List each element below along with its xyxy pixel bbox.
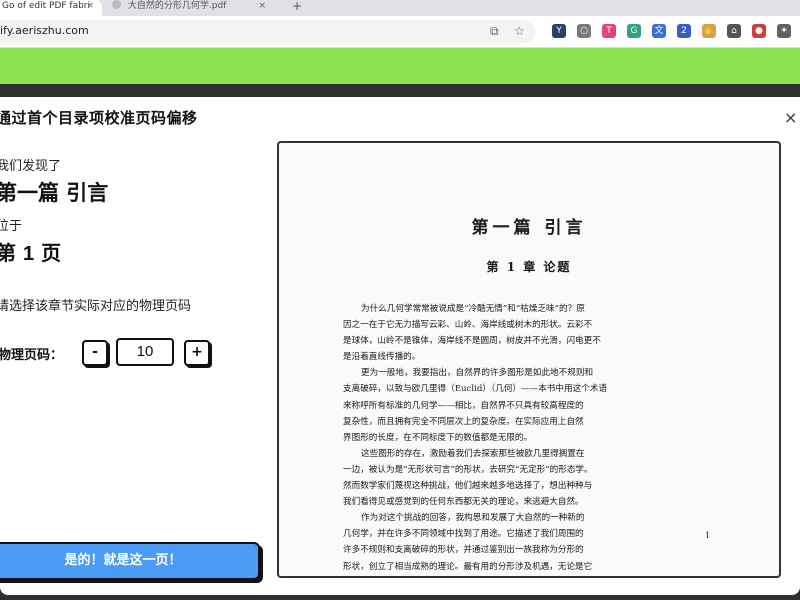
- doc-line: 界图形的长度，在不同标度下的数值都是无限的。: [343, 432, 533, 443]
- browser-toolbar: ify.aeriszhu.com ⧉ ☆ Y ○ T G 文 2 ✋ ⌂ ● ✦: [0, 16, 800, 48]
- record-ext-icon[interactable]: ●: [752, 24, 766, 38]
- modal-title: 通过首个目录项校准页码偏移: [0, 109, 198, 127]
- new-tab-button[interactable]: +: [292, 0, 302, 13]
- browser-tab-pdf[interactable]: 大自然的分形几何学.pdf ×: [106, 0, 274, 16]
- doc-body-text: 为什么几何学常常被说成是“冷酷无情”和“枯燥乏味”的？原因之一在于它无力描写云彩…: [343, 301, 727, 576]
- translate-icon[interactable]: ⧉: [490, 24, 499, 39]
- puzzle-ext-icon[interactable]: ✦: [777, 24, 791, 38]
- translate-ext-icon[interactable]: 文: [652, 24, 666, 38]
- doc-chapter-title: 第 1 章 论题: [486, 260, 572, 274]
- doc-line: 因之一在于它无力描写云彩、山岭、海岸线或树木的形状。云彩不: [343, 320, 593, 331]
- tab-close-icon[interactable]: ×: [86, 0, 94, 12]
- doc-line: 然而数学家们蔑视这种挑战，他们越来越多地选择了，想出种种与: [343, 481, 593, 492]
- doc-line: 作为对这个挑战的回答，我构思和发展了大自然的一种新的: [361, 513, 585, 524]
- doc-line: 复杂性，而且拥有完全不同层次上的复杂度。在实际应用上自然: [343, 416, 584, 427]
- doc-line: 是沿着直线传播的。: [343, 352, 421, 363]
- page-preview: 第一篇 引言 第 1 章 论题 为什么几何学常常被说成是“冷酷无情”和“枯燥乏味…: [277, 141, 781, 578]
- house-ext-icon[interactable]: ⌂: [727, 24, 741, 38]
- badge-ext-icon[interactable]: 2: [677, 24, 691, 38]
- increment-button[interactable]: +: [184, 340, 210, 366]
- physical-page-label: 物理页码：: [0, 348, 64, 363]
- calibration-modal: 通过首个目录项校准页码偏移 × 我们发现了 第一篇 引言 位于 第 1 页 请选…: [0, 97, 800, 595]
- found-prefix: 我们发现了: [0, 159, 62, 174]
- instruction-text: 请选择该章节实际对应的物理页码: [0, 299, 192, 314]
- browser-tab-active[interactable]: Go of edit PDF fabri ×: [0, 0, 102, 16]
- doc-line: 许多不规则和支离破碎的形状，并通过鉴别出一族我称为分形的: [343, 545, 584, 556]
- doc-line: 我们看得见或感觉到的任何东西都无关的理论，来逃避大自然。: [343, 497, 584, 508]
- doc-line: 是球体，山岭不是锥体，海岸线不是圆周，树皮并不光滑，闪电更不: [343, 336, 601, 347]
- page-number: 1: [22, 243, 35, 265]
- t-ext-icon[interactable]: T: [602, 24, 616, 38]
- page-prefix: 第: [0, 241, 16, 265]
- bookmark-star-icon[interactable]: ☆: [514, 24, 525, 38]
- doc-line: 一边，被认为是“无形状可言”的形状，去研究“无定形”的形态学。: [343, 464, 593, 475]
- tab-favicon-icon: [112, 0, 121, 9]
- url-text: ify.aeriszhu.com: [0, 24, 89, 37]
- confirm-button[interactable]: 是的！就是这一页！: [0, 542, 260, 580]
- tab-label: 大自然的分形几何学.pdf: [127, 1, 227, 11]
- doc-line: 支离破碎，以致与欧几里得（Euclid）（几何）——本书中用这个术语: [343, 384, 607, 395]
- page-header-bar: [0, 48, 800, 84]
- toc-page-number: 第 1 页: [0, 237, 61, 266]
- pdf-page: 第一篇 引言 第 1 章 论题 为什么几何学常常被说成是“冷酷无情”和“枯燥乏味…: [279, 143, 779, 576]
- tab-close-icon[interactable]: ×: [258, 0, 266, 12]
- hand-ext-icon[interactable]: ✋: [702, 24, 716, 38]
- doc-page-number: 1: [705, 531, 711, 540]
- circle-ext-icon[interactable]: ○: [577, 24, 591, 38]
- doc-part-title: 第一篇 引言: [471, 218, 587, 238]
- g-ext-icon[interactable]: G: [627, 24, 641, 38]
- y-ext-icon[interactable]: Y: [552, 24, 566, 38]
- doc-line: 形状，创立了相当成熟的理论。最有用的分形涉及机遇，无论是它: [343, 561, 593, 572]
- decrement-button[interactable]: -: [82, 340, 108, 366]
- doc-line: 为什么几何学常常被说成是“冷酷无情”和“枯燥乏味”的？原: [361, 304, 585, 314]
- doc-line: 这些图形的存在，激励着我们去探索那些被欧几里得搁置在: [361, 448, 585, 459]
- page-suffix: 页: [41, 241, 62, 265]
- address-bar[interactable]: ify.aeriszhu.com ⧉ ☆: [0, 20, 535, 44]
- close-icon[interactable]: ×: [784, 108, 797, 127]
- tab-label: Go of edit PDF fabri: [2, 1, 91, 11]
- physical-page-input[interactable]: 10: [116, 338, 174, 366]
- doc-line: 更为一般地，我要指出，自然界的许多图形是如此地不规则和: [361, 368, 594, 379]
- doc-line: 几何学，并在许多不同领域中找到了用途。它描述了我们周围的: [343, 529, 584, 540]
- located-at-label: 位于: [0, 219, 23, 234]
- doc-line: 的规则性还是不规则性都是统计意义上的。而且这里所述的形状: [343, 575, 727, 576]
- doc-line: 来称呼所有标准的几何学——相比，自然界不只具有较高程度的: [343, 400, 584, 411]
- browser-tab-strip: Go of edit PDF fabri × 大自然的分形几何学.pdf × +: [0, 0, 800, 16]
- chapter-name: 第一篇 引言: [0, 181, 109, 205]
